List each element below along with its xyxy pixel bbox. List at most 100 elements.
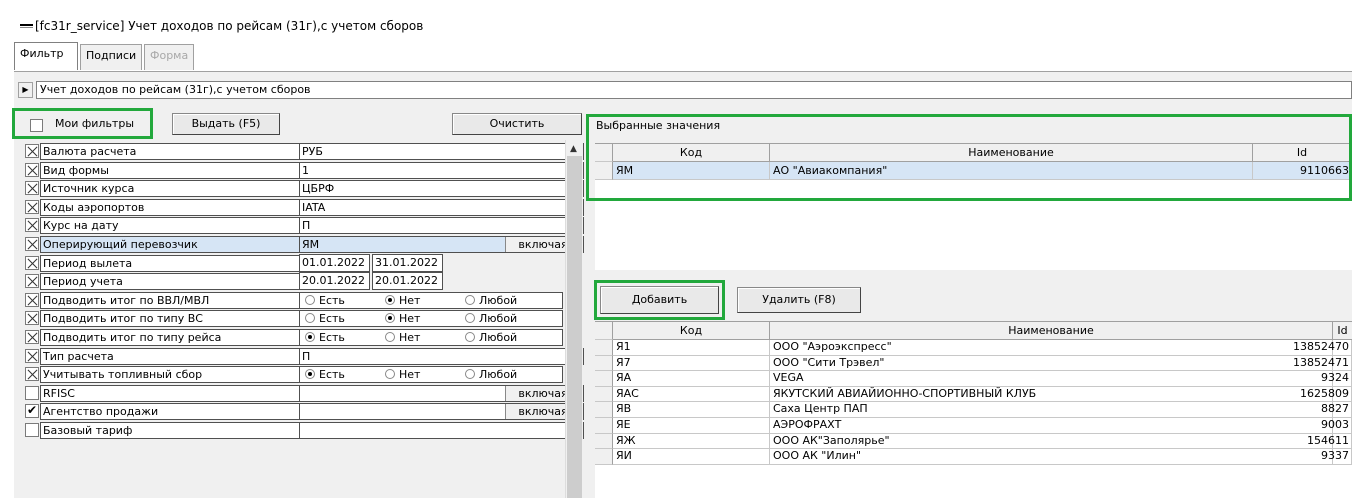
available-row-id[interactable]: 9324 bbox=[1321, 371, 1352, 387]
available-row-name[interactable]: ООО "Сити Трэвел" bbox=[770, 355, 1333, 372]
filter-checkbox[interactable] bbox=[25, 348, 39, 363]
filter-value-field[interactable]: ЦБРФ bbox=[299, 180, 584, 198]
my-filters-checkbox[interactable] bbox=[30, 119, 43, 132]
col-code[interactable]: Код bbox=[613, 144, 770, 162]
available-row-code[interactable]: Я7 bbox=[613, 355, 770, 372]
available-row-name[interactable]: ООО "Аэроэкспресс" bbox=[770, 340, 1333, 356]
filter-row[interactable]: Период вылета 01.01.2022 31.01.2022 bbox=[20, 253, 565, 272]
available-row-name[interactable]: VEGA bbox=[770, 371, 1333, 387]
filter-value-field[interactable]: 1 bbox=[299, 161, 584, 179]
filter-row[interactable]: Учитывать топливный сбор Есть Нет Любой bbox=[20, 365, 565, 384]
filter-checkbox[interactable] bbox=[25, 199, 39, 214]
filter-row[interactable]: Оперирующий перевозчик ЯМ включая bbox=[20, 235, 584, 253]
radio-dot-icon[interactable] bbox=[385, 332, 395, 342]
available-row-code[interactable]: ЯИ bbox=[613, 449, 770, 465]
selected-row-code[interactable]: ЯМ bbox=[613, 162, 770, 180]
delete-button[interactable]: Удалить (F8) bbox=[737, 287, 861, 313]
filter-row[interactable]: Подводить итог по типу рейса Есть Нет Любой bbox=[20, 328, 565, 346]
filter-row[interactable]: Подводить итог по ВВЛ/МВЛ Есть Нет Любой bbox=[20, 291, 565, 309]
available-row-id[interactable]: 13852470 bbox=[1293, 340, 1352, 356]
available-row-id[interactable]: 1625809 bbox=[1300, 386, 1352, 403]
radio-option[interactable]: Любой bbox=[465, 312, 517, 325]
available-row-name[interactable]: ООО АК"Заполярье" bbox=[770, 433, 1333, 450]
available-row-id[interactable]: 154611 bbox=[1307, 433, 1352, 450]
radio-option[interactable]: Любой bbox=[465, 294, 517, 307]
issue-button[interactable]: Выдать (F5) bbox=[172, 113, 280, 135]
filter-checkbox[interactable] bbox=[25, 181, 39, 196]
clear-button[interactable]: Очистить bbox=[452, 113, 582, 135]
col-name[interactable]: Наименование bbox=[770, 144, 1253, 162]
filter-row[interactable]: Коды аэропортов IATA bbox=[20, 198, 584, 216]
radio-dot-icon[interactable] bbox=[465, 313, 475, 324]
available-row-code[interactable]: ЯЖ bbox=[613, 433, 770, 450]
filter-checkbox[interactable] bbox=[25, 385, 39, 400]
date-from-field[interactable]: 01.01.2022 bbox=[299, 253, 370, 272]
filter-checkbox[interactable] bbox=[25, 403, 39, 419]
filter-checkbox[interactable] bbox=[25, 367, 39, 382]
date-from-field[interactable]: 20.01.2022 bbox=[299, 272, 370, 291]
selected-row-id[interactable]: 9110663 bbox=[1253, 162, 1352, 180]
radio-dot-icon[interactable] bbox=[465, 369, 475, 380]
filter-scrollbar[interactable]: ▲ bbox=[565, 140, 583, 498]
radio-dot-icon[interactable] bbox=[305, 369, 315, 380]
selected-row-name[interactable]: АО "Авиакомпания" bbox=[770, 162, 1253, 180]
filter-value-field[interactable]: РУБ bbox=[299, 143, 584, 160]
radio-dot-icon[interactable] bbox=[385, 313, 395, 324]
available-row-name[interactable]: Саха Центр ПАП bbox=[770, 402, 1333, 418]
filter-row[interactable]: Тип расчета П bbox=[20, 347, 584, 365]
date-to-field[interactable]: 20.01.2022 bbox=[372, 272, 443, 291]
available-row-id[interactable]: 9003 bbox=[1321, 418, 1352, 434]
radio-option[interactable]: Нет bbox=[385, 294, 420, 307]
filter-value-field[interactable]: включая bbox=[299, 403, 584, 421]
selected-values-grid[interactable]: Код Наименование Id ЯМ АО "Авиакомпания"… bbox=[595, 143, 1352, 270]
filter-checkbox[interactable] bbox=[25, 218, 39, 233]
filter-row[interactable]: Базовый тариф bbox=[20, 421, 584, 439]
col-name[interactable]: Наименование bbox=[770, 322, 1333, 340]
filter-value-field[interactable]: IATA bbox=[299, 198, 584, 216]
available-row-code[interactable]: ЯАС bbox=[613, 386, 770, 403]
filter-value-field[interactable] bbox=[299, 422, 584, 439]
col-code[interactable]: Код bbox=[613, 322, 770, 340]
filter-checkbox[interactable] bbox=[25, 292, 39, 307]
filter-row[interactable]: Курс на дату П bbox=[20, 216, 584, 235]
available-row-id[interactable]: 13852471 bbox=[1293, 355, 1352, 372]
available-row-name[interactable]: АЭРОФРАХТ bbox=[770, 418, 1333, 434]
radio-dot-icon[interactable] bbox=[305, 294, 315, 305]
filter-row[interactable]: Вид формы 1 bbox=[20, 161, 584, 179]
available-row-id[interactable]: 8827 bbox=[1321, 402, 1352, 418]
report-name-field[interactable]: Учет доходов по рейсам (31г),с учетом сб… bbox=[36, 81, 1352, 99]
col-id[interactable]: Id bbox=[1253, 144, 1352, 162]
radio-dot-icon[interactable] bbox=[465, 332, 475, 342]
filter-row[interactable]: RFISC включая bbox=[20, 384, 584, 402]
tab-filter[interactable]: Фильтр bbox=[14, 42, 78, 70]
available-row-name[interactable]: ЯКУТСКИЙ АВИАЙИОННО-СПОРТИВНЫЙ КЛУБ bbox=[770, 386, 1333, 403]
tab-signatures[interactable]: Подписи bbox=[80, 44, 142, 70]
radio-dot-icon[interactable] bbox=[465, 294, 475, 305]
radio-dot-icon[interactable] bbox=[305, 332, 315, 342]
filter-checkbox[interactable] bbox=[25, 255, 39, 270]
available-row-code[interactable]: ЯА bbox=[613, 371, 770, 387]
filter-value-field[interactable]: П bbox=[299, 347, 584, 365]
scroll-up-icon[interactable]: ▲ bbox=[570, 144, 577, 154]
filter-value-field[interactable]: П bbox=[299, 217, 584, 235]
radio-option[interactable]: Нет bbox=[385, 368, 420, 381]
available-row-name[interactable]: ООО АК "Илин" bbox=[770, 449, 1333, 465]
col-id[interactable]: Id bbox=[1333, 322, 1352, 340]
filter-row[interactable]: Подводить итог по типу ВС Есть Нет Любой bbox=[20, 309, 565, 328]
available-values-grid[interactable]: Код Наименование Id Я1 ООО "Аэроэкспресс"… bbox=[595, 321, 1352, 498]
filter-checkbox[interactable] bbox=[25, 423, 39, 437]
filter-row[interactable]: Агентство продаживключая bbox=[20, 402, 584, 421]
window-icon[interactable] bbox=[20, 24, 33, 28]
available-row-id[interactable]: 9337 bbox=[1321, 449, 1352, 465]
filter-row[interactable]: Источник курса ЦБРФ bbox=[20, 179, 584, 198]
filter-value-field[interactable]: ЯМ включая bbox=[299, 236, 584, 253]
radio-option[interactable]: Любой bbox=[465, 368, 517, 381]
filter-checkbox[interactable] bbox=[25, 311, 39, 326]
radio-option[interactable]: Нет bbox=[385, 312, 420, 325]
available-row-code[interactable]: ЯВ bbox=[613, 402, 770, 418]
filter-checkbox[interactable] bbox=[25, 330, 39, 344]
filter-checkbox[interactable] bbox=[25, 162, 39, 177]
filter-row[interactable]: Период учета 20.01.2022 20.01.2022 bbox=[20, 272, 565, 291]
filter-row[interactable]: Валюта расчета РУБ bbox=[20, 142, 584, 160]
filter-value-field[interactable]: включая bbox=[299, 384, 584, 402]
